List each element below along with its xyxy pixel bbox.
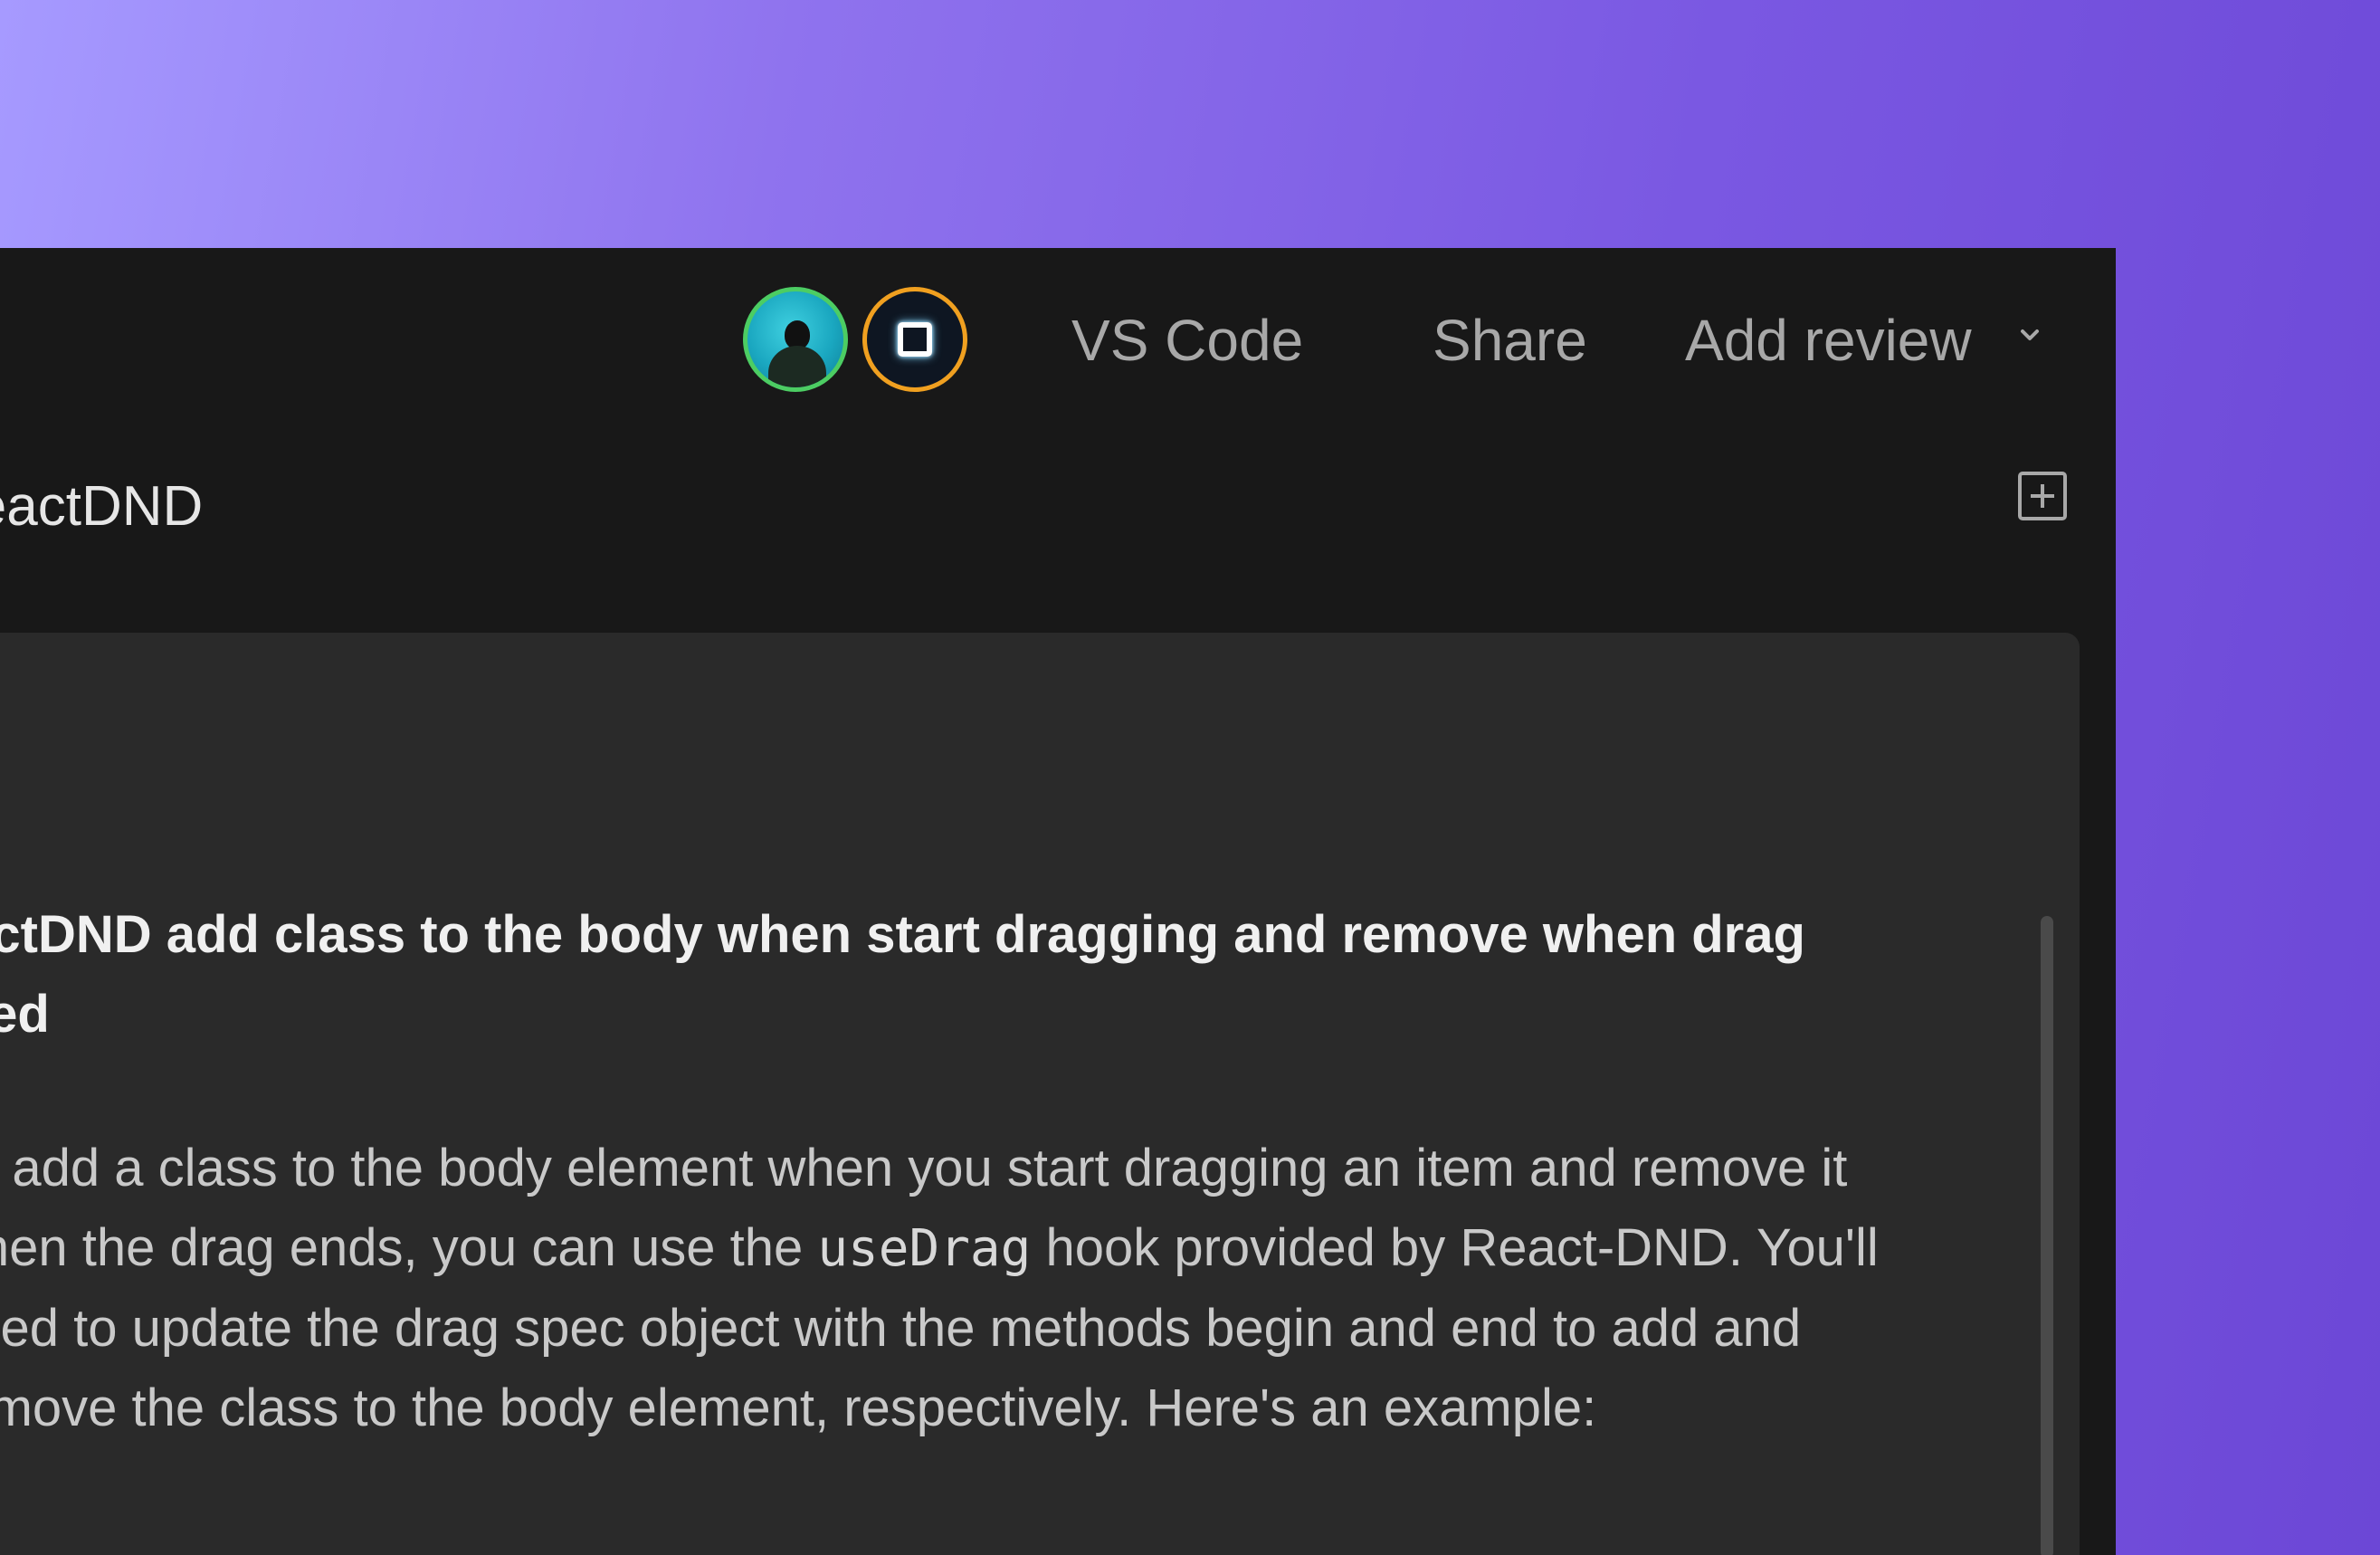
add-review-button[interactable]: Add review (1685, 311, 1972, 369)
assistant-answer: To add a class to the body element when … (0, 1129, 1915, 1448)
share-button[interactable]: Share (1433, 311, 1587, 369)
chevron-down-icon[interactable] (2016, 326, 2043, 344)
answer-inline-code: useDrag (817, 1219, 1032, 1278)
assistant-avatar[interactable] (862, 287, 967, 392)
document-title: ReactDND (0, 475, 204, 538)
assistant-square-icon (898, 322, 932, 357)
avatar-body-shape (768, 346, 826, 387)
scrollbar-thumb[interactable] (2041, 916, 2053, 1555)
app-window: VS Code Share Add review ReactDND ReactD… (0, 248, 2116, 1555)
new-tab-plus-icon[interactable] (2016, 470, 2069, 522)
top-bar: VS Code Share Add review (0, 248, 2116, 434)
user-question: ReactDND add class to the body when star… (0, 905, 1805, 1044)
vscode-button[interactable]: VS Code (1071, 311, 1303, 369)
document-title-row: ReactDND (0, 434, 2116, 578)
user-avatar[interactable] (743, 287, 848, 392)
